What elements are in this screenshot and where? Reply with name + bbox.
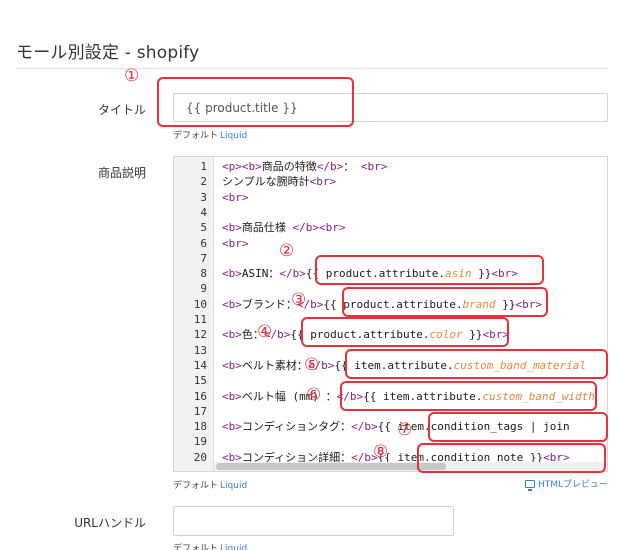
- line-number: 11: [193, 313, 207, 326]
- code-token: <b>: [222, 358, 242, 372]
- annotation-number-1: ①: [124, 66, 140, 86]
- code-text: <p><b>商品の特徴</b>： <br>: [222, 159, 387, 174]
- code-line: 6 <br>: [174, 236, 607, 251]
- url-handle-input[interactable]: [173, 506, 454, 536]
- title-label: タイトル: [97, 103, 146, 117]
- code-token: <b>: [222, 267, 242, 281]
- code-token: </b>: [292, 221, 320, 235]
- code-token: <b>: [222, 389, 242, 403]
- annotation-number-4: ④: [257, 322, 273, 342]
- line-number: 2: [200, 175, 207, 189]
- section-title: モール別設定 - shopify: [16, 43, 200, 63]
- url-helper: デフォルト Liquid: [173, 541, 247, 550]
- code-line: 3 <br>: [174, 190, 607, 205]
- default-label: デフォルト: [173, 131, 219, 141]
- code-token: </b>: [351, 420, 378, 434]
- code-token: <p><b>: [222, 160, 262, 173]
- annotation-box-3: [342, 287, 548, 317]
- title-helper: デフォルト Liquid: [173, 128, 247, 141]
- annotation-number-7: ⑦: [397, 420, 413, 440]
- description-label: 商品説明: [97, 166, 146, 180]
- html-preview-link[interactable]: HTMLプレビュー: [524, 477, 608, 491]
- annotation-number-5: ⑤: [304, 355, 320, 375]
- line-number: 1: [200, 160, 207, 173]
- code-token: <br>: [309, 175, 337, 189]
- code-line: 2 シンプルな腕時計<br>: [174, 174, 607, 189]
- code-text: シンプルな腕時計<br>: [222, 174, 336, 189]
- annotation-box-1: [157, 77, 354, 127]
- default-label: デフォルト: [173, 544, 219, 550]
- default-label: デフォルト: [173, 481, 219, 491]
- line-number: 16: [193, 389, 207, 403]
- annotation-number-3: ③: [291, 290, 307, 310]
- annotation-box-5: [345, 349, 608, 379]
- line-number: 18: [193, 420, 207, 434]
- code-token: </b>: [316, 160, 344, 173]
- description-helper: デフォルト Liquid: [173, 478, 247, 491]
- code-line: 5 <b>商品仕様 </b><br>: [174, 220, 607, 235]
- line-number: 10: [193, 297, 207, 311]
- line-number: 4: [200, 205, 207, 219]
- annotation-number-8: ⑧: [373, 442, 389, 462]
- code-token: ASIN：: [241, 267, 280, 281]
- code-line: 1 <p><b>商品の特徴</b>： <br>: [174, 159, 607, 174]
- code-token: <br>: [222, 236, 249, 250]
- annotation-box-2: [315, 255, 544, 285]
- line-number: 20: [193, 450, 207, 464]
- code-token: ベルト幅 (mm) ：: [241, 389, 337, 403]
- code-token: コンディションタグ：: [241, 420, 352, 434]
- code-text: <br>: [222, 236, 249, 251]
- annotation-box-6: [340, 381, 597, 411]
- line-number: 19: [193, 435, 207, 449]
- line-number: 12: [193, 328, 207, 342]
- line-number: 15: [193, 374, 207, 388]
- section-divider: [16, 68, 608, 69]
- line-number: 14: [193, 358, 207, 372]
- line-number: 13: [193, 343, 207, 357]
- code-token: <b>: [222, 297, 242, 311]
- line-number: 9: [200, 282, 207, 296]
- code-token: </b>: [279, 267, 306, 281]
- code-token: シンプルな腕時計: [222, 175, 310, 189]
- code-token: ブランド：: [241, 297, 297, 311]
- line-number: 6: [200, 236, 207, 250]
- code-token: <b>: [222, 420, 242, 434]
- line-number: 17: [193, 404, 207, 418]
- scrollbar-thumb[interactable]: [216, 463, 446, 470]
- code-text: <b>商品仕様 </b><br>: [222, 220, 346, 235]
- line-number: 7: [200, 251, 207, 265]
- line-number: 3: [200, 190, 207, 204]
- code-token: <br>: [319, 221, 346, 235]
- code-token: 商品の特徴: [261, 160, 317, 173]
- code-token: 商品仕様: [241, 221, 293, 235]
- annotation-box-7: [428, 412, 608, 442]
- annotation-number-2: ②: [279, 241, 295, 261]
- code-token: <br>: [222, 190, 249, 204]
- code-token: <br>: [360, 160, 388, 173]
- annotation-number-6: ⑥: [306, 385, 322, 405]
- line-number: 8: [200, 267, 207, 281]
- code-line: 4: [174, 205, 607, 220]
- annotation-box-8: [417, 443, 606, 473]
- liquid-link[interactable]: Liquid: [220, 131, 247, 141]
- monitor-icon: [524, 479, 535, 491]
- html-preview-label: HTMLプレビュー: [537, 480, 608, 490]
- line-number: 5: [200, 221, 207, 235]
- liquid-link[interactable]: Liquid: [220, 481, 247, 491]
- code-token: <b>: [222, 328, 242, 342]
- code-token: <b>: [222, 221, 242, 235]
- code-token: ベルト素材：: [241, 358, 308, 372]
- url-handle-label: URLハンドル: [74, 516, 146, 530]
- code-text: <br>: [222, 190, 249, 205]
- liquid-link[interactable]: Liquid: [220, 544, 247, 550]
- code-token: ：: [343, 160, 361, 173]
- annotation-box-4: [301, 317, 509, 347]
